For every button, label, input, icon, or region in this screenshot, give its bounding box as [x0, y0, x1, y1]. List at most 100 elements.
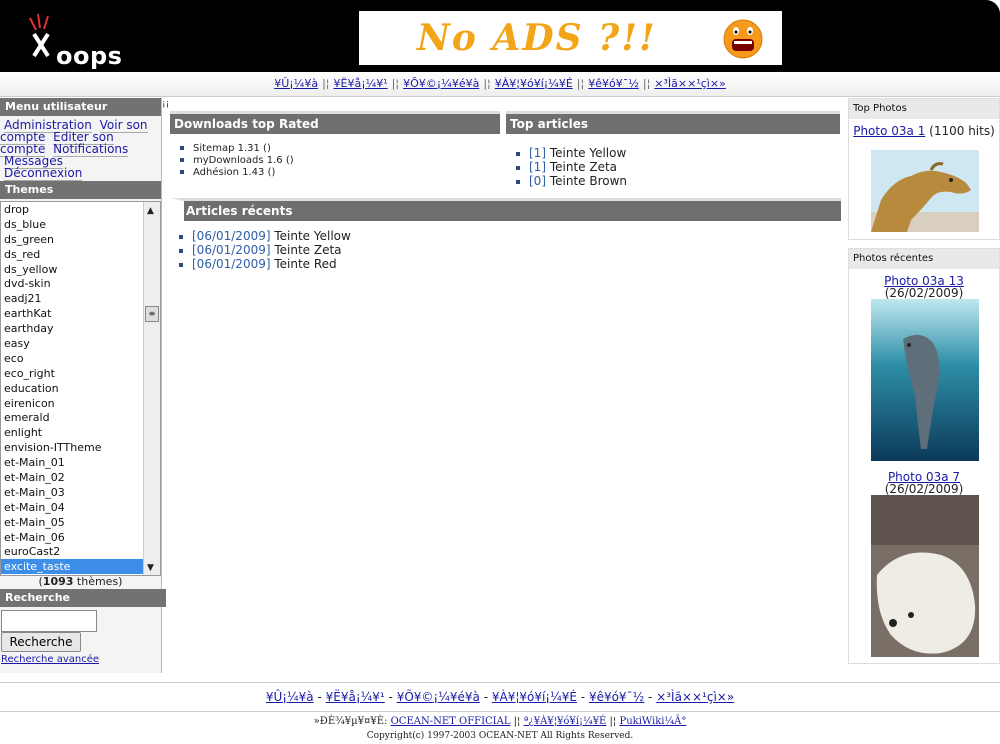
topnav-link-home[interactable]: ¥Û¡¼¥à [274, 77, 318, 90]
recent-photos-title: Photos récentes [849, 249, 999, 269]
themes-listbox[interactable]: drop ds_blue ds_green ds_red ds_yellow d… [0, 201, 161, 576]
theme-option[interactable]: earthKat [1, 306, 143, 321]
bullet-icon [180, 146, 184, 150]
search-input[interactable] [1, 610, 97, 632]
topnav-link-links[interactable]: ¥ê¥ó¥¯½ [588, 77, 639, 90]
theme-option[interactable]: ds_red [1, 247, 143, 262]
theme-option[interactable]: earthday [1, 321, 143, 336]
recent-articles-title: Articles récents [170, 198, 841, 221]
sister-sites: »ÐÈ¾¥µ¥¤¥È: OCEAN-NET OFFICIAL |¦ ª¿¥À¥¦… [313, 716, 687, 727]
scroll-down-arrow-icon[interactable]: ▼ [147, 563, 154, 573]
theme-option[interactable]: et-Main_04 [1, 500, 143, 515]
top-photos-title: Top Photos [849, 99, 999, 119]
topnav-link-news[interactable]: ¥Ë¥å¡¼¥¹ [334, 77, 388, 90]
polar-bear-photo[interactable] [871, 495, 979, 657]
theme-list: drop ds_blue ds_green ds_red ds_yellow d… [1, 202, 143, 575]
footer-link-news[interactable]: ¥Ë¥å¡¼¥¹ [326, 690, 385, 704]
downloads-block-title: Downloads top Rated [170, 111, 500, 134]
theme-option[interactable]: education [1, 381, 143, 396]
list-item[interactable]: [06/01/2009] Teinte Red [179, 257, 351, 271]
right-sidebar: Top Photos Photo 03a 1 (1100 hits) Photo… [848, 98, 1000, 668]
top-articles-title: Top articles [506, 111, 840, 134]
top-photo-link[interactable]: Photo 03a 1 [853, 124, 925, 138]
site-header: oops No ADS ?!! [0, 0, 1000, 72]
theme-option[interactable]: emerald [1, 410, 143, 425]
scroll-thumb[interactable]: ≡ [145, 306, 159, 322]
theme-option[interactable]: ds_green [1, 232, 143, 247]
top-photos-block: Top Photos Photo 03a 1 (1100 hits) [848, 98, 1000, 240]
theme-option[interactable]: drop [1, 202, 143, 217]
bullet-icon [180, 158, 184, 162]
theme-option[interactable]: et-Main_01 [1, 455, 143, 470]
themes-title: Themes [0, 181, 161, 199]
footer-navigation: ¥Û¡¼¥à - ¥Ë¥å¡¼¥¹ - ¥Õ¥©¡¼¥é¥à - ¥À¥¦¥ó¥… [0, 682, 1000, 712]
banner-text: No ADS ?!! [417, 17, 657, 59]
search-button[interactable]: Recherche [1, 632, 81, 652]
topnav-link-forum[interactable]: ¥Õ¥©¡¼¥é¥à [403, 77, 479, 90]
search-title: Recherche [0, 589, 166, 607]
topnav-link-contact[interactable]: ×³Ìã××¹çì×» [654, 77, 726, 90]
theme-option[interactable]: eco [1, 351, 143, 366]
bullet-icon [516, 165, 520, 170]
theme-option[interactable]: dvd-skin [1, 276, 143, 291]
theme-option[interactable]: easy [1, 336, 143, 351]
theme-option[interactable]: enlight [1, 425, 143, 440]
theme-option-selected[interactable]: excite_taste [1, 559, 143, 575]
menu-logout[interactable]: Déconnexion [4, 166, 83, 181]
theme-option[interactable]: et-Main_05 [1, 515, 143, 530]
footer-link-links[interactable]: ¥ê¥ó¥¯½ [589, 690, 644, 704]
recent-photos-block: Photos récentes Photo 03a 13 (26/02/2009… [848, 248, 1000, 664]
theme-option[interactable]: et-Main_06 [1, 530, 143, 545]
list-item[interactable]: [1] Teinte Yellow [516, 146, 627, 160]
pukiwiki-link[interactable]: PukiWiki¼Â° [619, 716, 686, 727]
theme-option[interactable]: eadj21 [1, 291, 143, 306]
bullet-icon [180, 170, 184, 174]
scroll-up-arrow-icon[interactable]: ▲ [147, 206, 154, 216]
recent-photo-caption-1: Photo 03a 13 (26/02/2009) [884, 274, 964, 300]
left-sidebar: Menu utilisateur Administration Voir son… [0, 98, 166, 673]
user-menu: Administration Voir son compte Editer so… [0, 116, 161, 181]
list-item[interactable]: Sitemap 1.31 () [180, 143, 294, 155]
list-item[interactable]: [06/01/2009] Teinte Yellow [179, 229, 351, 243]
footer-link-downloads[interactable]: ¥À¥¦¥ó¥í¡¼¥É [492, 690, 577, 704]
footer-link-forum[interactable]: ¥Õ¥©¡¼¥é¥à [397, 690, 480, 704]
themes-count: (1093 thèmes) [38, 575, 123, 588]
top-navigation: ¥Û¡¼¥à |¦ ¥Ë¥å¡¼¥¹ |¦ ¥Õ¥©¡¼¥é¥à |¦ ¥À¥¦¥ó¥í¡¼… [0, 72, 1000, 97]
menu-notifications[interactable]: Notifications [53, 142, 129, 157]
list-item[interactable]: myDownloads 1.6 () [180, 155, 294, 167]
bullet-icon [516, 179, 520, 184]
dolphin-photo[interactable] [871, 299, 979, 461]
theme-option[interactable]: euroCast2 [1, 544, 143, 559]
ocean-net-link[interactable]: OCEAN-NET OFFICIAL [391, 716, 511, 727]
list-item[interactable]: Adhésion 1.43 () [180, 167, 294, 179]
ad-banner[interactable]: No ADS ?!! [359, 11, 782, 65]
theme-option[interactable]: eco_right [1, 366, 143, 381]
xoops-logo[interactable]: oops [22, 13, 142, 70]
bullet-icon [179, 248, 183, 253]
theme-option[interactable]: ds_yellow [1, 262, 143, 277]
list-item[interactable]: [1] Teinte Zeta [516, 160, 627, 174]
list-item[interactable]: [06/01/2009] Teinte Zeta [179, 243, 351, 257]
theme-option[interactable]: ds_blue [1, 217, 143, 232]
shouting-smiley-icon [723, 19, 763, 59]
topnav-link-downloads[interactable]: ¥À¥¦¥ó¥í¡¼¥É [495, 77, 573, 90]
download-site-link[interactable]: ª¿¥À¥¦¥ó¥í¡¼¥É [524, 716, 607, 727]
advanced-search-link[interactable]: Recherche avancée [1, 654, 99, 665]
camel-photo[interactable] [871, 150, 979, 232]
top-photo-caption: Photo 03a 1 (1100 hits) [853, 124, 995, 138]
copyright: Copyright(c) 1997-2003 OCEAN-NET All Rig… [366, 731, 634, 741]
themes-scrollbar[interactable]: ▲ ≡ ▼ [143, 202, 160, 575]
stray-mark: ¡¡ [162, 99, 170, 109]
theme-option[interactable]: eirenicon [1, 396, 143, 411]
list-item[interactable]: [0] Teinte Brown [516, 174, 627, 188]
footer-link-contact[interactable]: ×³Ìã××¹çì×» [656, 690, 734, 704]
top-articles-list: [1] Teinte Yellow [1] Teinte Zeta [0] Te… [516, 146, 627, 188]
theme-option[interactable]: envision-ITTheme [1, 440, 143, 455]
footer-link-home[interactable]: ¥Û¡¼¥à [266, 690, 314, 704]
theme-option[interactable]: et-Main_02 [1, 470, 143, 485]
logo-text: oops [56, 42, 123, 70]
recent-articles-list: [06/01/2009] Teinte Yellow [06/01/2009] … [179, 229, 351, 271]
theme-option[interactable]: et-Main_03 [1, 485, 143, 500]
bullet-icon [516, 151, 520, 156]
bullet-icon [179, 262, 183, 267]
